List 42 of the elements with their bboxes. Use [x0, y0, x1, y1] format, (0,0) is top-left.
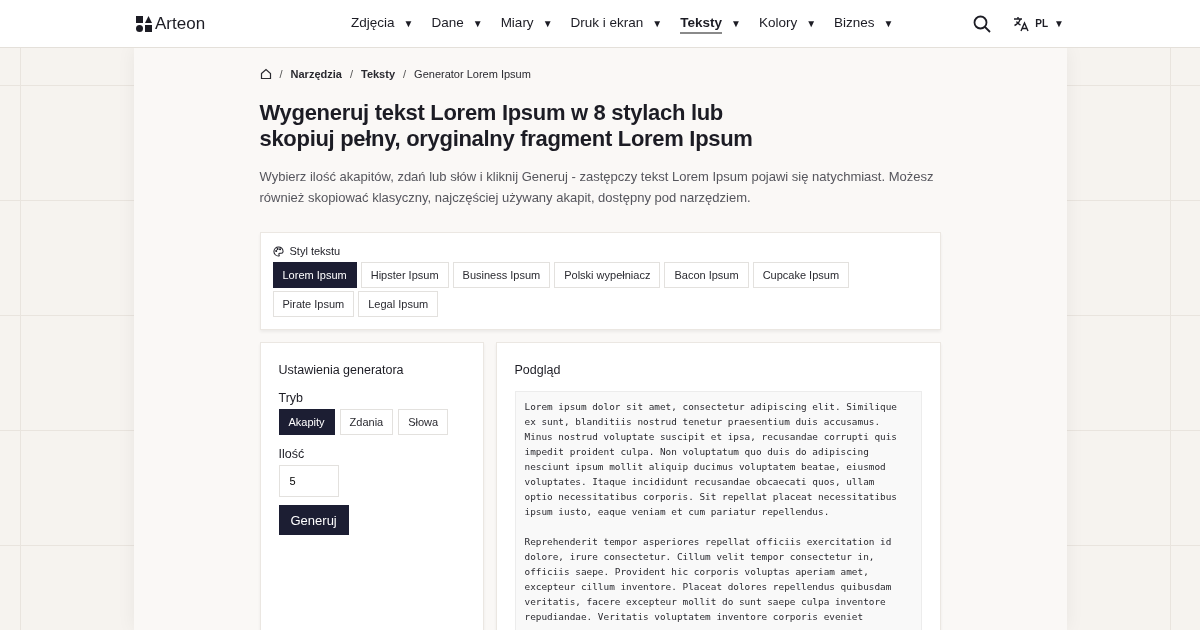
preview-paragraph: Lorem ipsum dolor sit amet, consectetur adipiscing elit. Similique ex sunt, blanditiis nostrud tenetur praesentium duis accusamus. Minus nostrud voluptate suscipit et ipsa, recusandae corrupti quis impedit proident culpa. Non voluptatum quo duis do adipiscing nesciunt ipsum mollit aliquip ducimus voluptatem beatae, eiusmod voluptates. Itaque incididunt recusandae obcaecati quos, ullam optio necessitatibus corporis. Sit repellat placeat necessitatibus ipsum iusto, eaque veniam et cum pariatur repellendus.: [524, 400, 899, 519]
logo-icon: [136, 15, 152, 32]
nav-menu-item[interactable]: Dane ▼: [431, 13, 483, 34]
breadcrumb-separator: /: [279, 68, 283, 80]
breadcrumb-separator: /: [403, 68, 407, 80]
style-option-button[interactable]: Legal Ipsum: [358, 291, 439, 317]
mode-button[interactable]: Akapity: [278, 409, 335, 435]
nav-menu-item[interactable]: Zdjęcia ▼: [351, 13, 414, 34]
style-option-button[interactable]: Polski wypełniacz: [554, 262, 661, 288]
mode-button[interactable]: Słowa: [398, 409, 449, 435]
logo-text: Arteon: [155, 13, 206, 34]
nav-menu-item[interactable]: Teksty ▼: [680, 13, 741, 34]
palette-icon: [272, 245, 284, 257]
mode-button[interactable]: Zdania: [339, 409, 394, 435]
translate-icon: [1013, 15, 1030, 32]
mode-label: Tryb: [278, 391, 305, 405]
home-icon[interactable]: [259, 68, 272, 80]
style-option-button[interactable]: Cupcake Ipsum: [752, 262, 850, 288]
style-label: Styl tekstu: [289, 245, 341, 257]
nav-menu-item[interactable]: Kolory ▼: [758, 13, 817, 34]
nav-menu-item[interactable]: Druk i ekran ▼: [570, 13, 663, 34]
preview-title: Podgląd: [514, 363, 562, 377]
intro-text: Wybierz ilość akapitów, zdań lub słów i kliknij Generuj - zastępczy tekst Lorem Ipsum pojawi się natychmiast. Możesz również skopiować klasyczny, najczęściej używany akapit, dostępny pod narzędziem.: [259, 168, 935, 207]
breadcrumb-separator: /: [349, 68, 353, 80]
breadcrumb-link[interactable]: Narzędzia: [290, 68, 342, 80]
generate-button[interactable]: Generuj: [278, 505, 349, 535]
current-page-text: Generator Lorem Ipsum: [414, 68, 531, 80]
style-option-button[interactable]: Business Ipsum: [452, 262, 551, 288]
settings-title: Ustawienia generatora: [278, 363, 405, 377]
style-option-button[interactable]: Bacon Ipsum: [664, 262, 749, 288]
count-label: Ilość: [278, 447, 306, 461]
page-title: Wygeneruj tekst Lorem Ipsum w 8 stylach lub skopiuj pełny, oryginalny fragment Lorem Ipsum: [259, 100, 754, 152]
nav-menu-item[interactable]: Biznes ▼: [834, 13, 894, 34]
count-input-field[interactable]: 5: [278, 465, 339, 497]
language-button[interactable]: PL ▼: [1013, 15, 1064, 32]
preview-paragraph: Reprehenderit tempor asperiores repellat officiis exercitation id dolore, irure consectetur. Cillum velit tempor consectetur in, officiis saepe. Provident hic corporis voluptas aperiam amet, excepteur cillum inventore. Placeat dolores repellendus quibusdam veritatis, facere excepteur mollit do sunt saepe culpa inventore repudiandae. Veritatis voluptatem inventore corporis eveniet: [524, 535, 893, 624]
style-option-button[interactable]: Pirate Ipsum: [272, 291, 355, 317]
search-icon[interactable]: [973, 14, 992, 33]
style-option-button[interactable]: Hipster Ipsum: [360, 262, 449, 288]
nav-menu-item[interactable]: Miary ▼: [500, 13, 553, 34]
style-option-button[interactable]: Lorem Ipsum: [272, 262, 357, 288]
breadcrumb-link[interactable]: Teksty: [361, 68, 396, 80]
